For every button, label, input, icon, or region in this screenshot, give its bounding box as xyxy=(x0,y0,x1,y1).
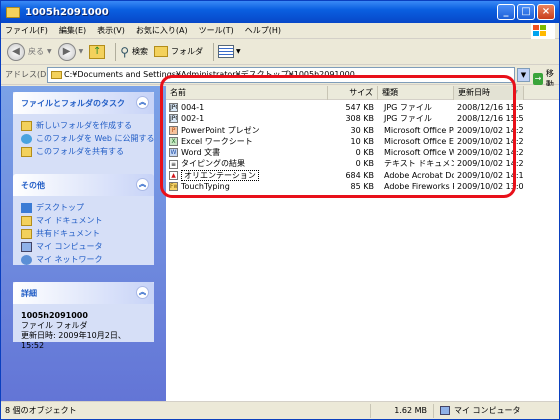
new-folder-icon xyxy=(21,120,32,131)
link-my-documents[interactable]: マイ ドキュメント xyxy=(21,214,146,227)
chevron-down-icon: ▼ xyxy=(78,48,84,55)
forward-button[interactable]: ▶ ▼ xyxy=(57,42,84,61)
computer-icon xyxy=(440,406,450,415)
network-icon xyxy=(21,254,32,265)
task-pane: ファイルとフォルダのタスク ︽ 新しいフォルダを作成する このフォルダを Web… xyxy=(1,86,166,401)
status-size: 1.62 MB xyxy=(371,403,434,418)
minimize-button[interactable]: _ xyxy=(497,4,515,20)
share-folder-icon xyxy=(21,146,32,157)
window-title: 1005h2091000 xyxy=(25,6,109,18)
toolbar: ◀ 戻る ▼ ▶ ▼ ↑ ⚲ 検索 フォルダ ▼ xyxy=(1,39,559,65)
link-label: マイ ドキュメント xyxy=(36,216,103,225)
panel-title: ファイルとフォルダのタスク xyxy=(21,98,125,108)
panel-header[interactable]: 詳細 ︽ xyxy=(13,282,154,304)
toolbar-separator xyxy=(213,42,215,61)
details-updated: 更新日時: 2009年10月2日、15:52 xyxy=(21,331,126,350)
link-desktop[interactable]: デスクトップ xyxy=(21,201,146,214)
column-header-filler xyxy=(524,86,559,100)
menu-edit[interactable]: 編集(E) xyxy=(59,25,86,36)
folder-up-icon: ↑ xyxy=(89,44,106,59)
go-arrow-icon: → xyxy=(533,73,543,85)
search-label: 検索 xyxy=(132,47,149,56)
chevron-down-icon: ▼ xyxy=(236,48,241,55)
panel-title: 詳細 xyxy=(21,288,37,298)
computer-icon xyxy=(21,241,32,252)
up-folder-button[interactable]: ↑ xyxy=(89,44,106,59)
close-button[interactable]: × xyxy=(537,4,555,20)
menu-tools[interactable]: ツール(T) xyxy=(199,25,234,36)
highlight-annotation xyxy=(160,75,516,198)
title-bar[interactable]: 1005h2091000 _ □ × xyxy=(1,1,559,23)
file-folder-tasks-panel: ファイルとフォルダのタスク ︽ 新しいフォルダを作成する このフォルダを Web… xyxy=(13,92,155,176)
link-label: マイ コンピュータ xyxy=(36,242,103,251)
search-icon: ⚲ xyxy=(120,44,130,59)
collapse-icon[interactable]: ︽ xyxy=(136,286,149,299)
details-type: ファイル フォルダ xyxy=(21,321,88,330)
address-label: アドレス(D) xyxy=(5,70,50,79)
maximize-button[interactable]: □ xyxy=(517,4,535,20)
link-shared-documents[interactable]: 共有ドキュメント xyxy=(21,227,146,240)
task-label: このフォルダを Web に公開する xyxy=(36,134,155,143)
folder-icon xyxy=(51,71,62,79)
views-icon xyxy=(218,45,235,58)
folders-button[interactable]: フォルダ xyxy=(154,46,203,57)
menu-view[interactable]: 表示(V) xyxy=(97,25,125,36)
documents-icon xyxy=(21,215,32,226)
folders-label: フォルダ xyxy=(171,47,204,56)
chevron-down-icon: ▼ xyxy=(47,48,52,55)
link-my-computer[interactable]: マイ コンピュータ xyxy=(21,240,146,253)
menu-bar: ファイル(F) 編集(E) 表示(V) お気に入り(A) ツール(T) ヘルプ(… xyxy=(1,23,559,39)
forward-arrow-icon: ▶ xyxy=(57,42,76,61)
details-panel: 詳細 ︽ 1005h2091000 ファイル フォルダ 更新日時: 2009年1… xyxy=(13,282,154,350)
explorer-window: 1005h2091000 _ □ × ファイル(F) 編集(E) 表示(V) お… xyxy=(0,0,560,420)
other-places-panel: その他 ︽ デスクトップ マイ ドキュメント 共有ドキュメント マイ コンピュー… xyxy=(13,174,154,265)
windows-logo xyxy=(531,23,555,39)
task-label: 新しいフォルダを作成する xyxy=(36,121,132,130)
globe-icon xyxy=(21,133,32,144)
search-button[interactable]: ⚲ 検索 xyxy=(120,45,148,59)
collapse-icon[interactable]: ︽ xyxy=(136,96,149,109)
back-arrow-icon: ◀ xyxy=(7,42,25,61)
folder-icon xyxy=(154,46,169,57)
back-label: 戻る xyxy=(28,47,44,56)
menu-help[interactable]: ヘルプ(H) xyxy=(245,25,281,36)
folder-icon xyxy=(6,6,20,18)
task-new-folder[interactable]: 新しいフォルダを作成する xyxy=(21,119,146,132)
back-button[interactable]: ◀ 戻る ▼ xyxy=(7,42,52,61)
link-label: デスクトップ xyxy=(36,203,84,212)
shared-documents-icon xyxy=(21,228,32,239)
task-publish-web[interactable]: このフォルダを Web に公開する xyxy=(21,132,155,145)
status-location: マイ コンピュータ xyxy=(434,405,521,416)
link-label: 共有ドキュメント xyxy=(36,229,100,238)
menu-file[interactable]: ファイル(F) xyxy=(5,25,48,36)
address-dropdown-button[interactable]: ▼ xyxy=(517,68,530,82)
panel-header[interactable]: ファイルとフォルダのタスク ︽ xyxy=(13,92,154,114)
task-label: このフォルダを共有する xyxy=(36,147,124,156)
collapse-icon[interactable]: ︽ xyxy=(136,178,149,191)
panel-title: その他 xyxy=(21,180,45,190)
task-share-folder[interactable]: このフォルダを共有する xyxy=(21,145,146,158)
details-name: 1005h2091000 xyxy=(21,311,88,320)
toolbar-separator xyxy=(115,42,117,61)
status-object-count: 8 個のオブジェクト xyxy=(1,403,371,418)
views-button[interactable]: ▼ xyxy=(218,45,241,58)
status-location-label: マイ コンピュータ xyxy=(454,406,521,415)
panel-header[interactable]: その他 ︽ xyxy=(13,174,154,196)
menu-favorites[interactable]: お気に入り(A) xyxy=(136,25,188,36)
status-bar: 8 個のオブジェクト 1.62 MB マイ コンピュータ xyxy=(1,401,559,419)
link-label: マイ ネットワーク xyxy=(36,255,103,264)
link-my-network[interactable]: マイ ネットワーク xyxy=(21,253,146,266)
desktop-icon xyxy=(21,202,32,213)
